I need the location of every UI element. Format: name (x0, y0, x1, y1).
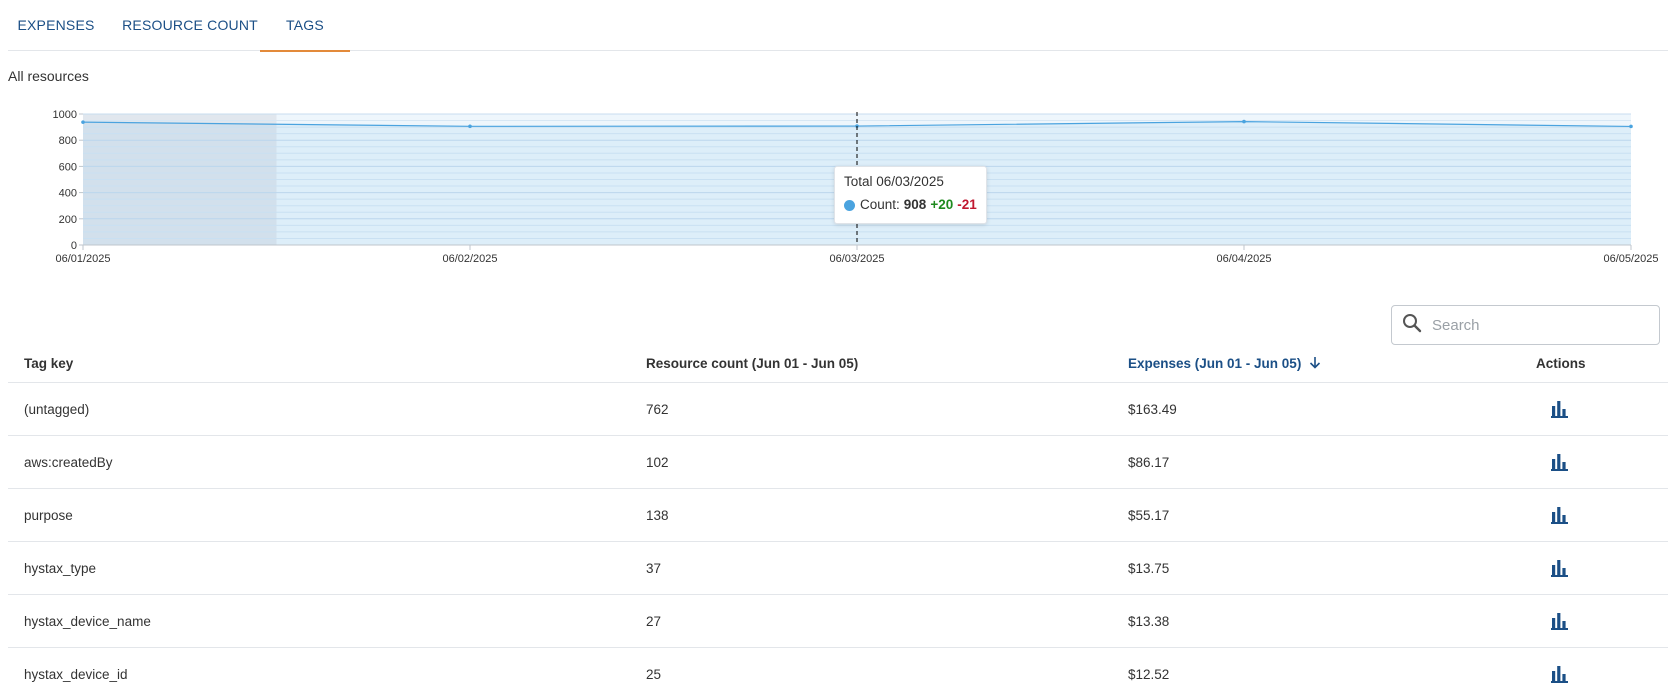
column-header-resource-count[interactable]: Resource count (Jun 01 - Jun 05) (646, 356, 858, 383)
data-point (468, 124, 472, 129)
table-row: aws:createdBy 102 $86.17 (8, 436, 1668, 489)
data-point (1242, 119, 1246, 124)
table-header: Tag key Resource count (Jun 01 - Jun 05)… (8, 356, 1668, 383)
resource-count-cell: 25 (646, 667, 662, 682)
resource-count-cell: 37 (646, 561, 662, 576)
bar-chart-icon[interactable] (1551, 400, 1569, 418)
x-tick-label: 06/01/2025 (55, 253, 110, 265)
tags-table: Tag key Resource count (Jun 01 - Jun 05)… (8, 356, 1668, 694)
y-tick-label: 800 (59, 135, 77, 147)
expenses-cell: $12.52 (1128, 667, 1170, 682)
tooltip-value: 908 (903, 197, 927, 212)
bar-chart-icon[interactable] (1551, 559, 1569, 577)
column-header-tag-key[interactable]: Tag key (24, 356, 73, 383)
table-row: (untagged) 762 $163.49 (8, 383, 1668, 436)
x-tick-label: 06/05/2025 (1603, 253, 1658, 265)
y-tick-label: 0 (71, 240, 77, 252)
tooltip-row: Count: 908 +20 -21 (844, 196, 977, 214)
bar-chart-icon[interactable] (1551, 665, 1569, 683)
bar-chart-icon[interactable] (1551, 506, 1569, 524)
tab-resource-count[interactable]: RESOURCE COUNT (114, 0, 266, 51)
resource-count-cell: 102 (646, 455, 669, 470)
x-tick-label: 06/02/2025 (442, 253, 497, 265)
search-icon (1402, 313, 1422, 338)
tab-tags[interactable]: TAGS (260, 0, 350, 52)
tag-key-cell: hystax_device_id (24, 667, 128, 682)
tooltip-title: Total 06/03/2025 (844, 174, 944, 189)
table-row: purpose 138 $55.17 (8, 489, 1668, 542)
resource-count-cell: 762 (646, 402, 669, 417)
bar-chart-icon[interactable] (1551, 612, 1569, 630)
tabs-bar: EXPENSES RESOURCE COUNT TAGS (8, 0, 1668, 52)
tooltip-decrease: -21 (957, 197, 977, 212)
column-header-expenses[interactable]: Expenses (Jun 01 - Jun 05) (1128, 356, 1321, 383)
y-tick-label: 200 (59, 214, 77, 226)
arrow-down-icon (1309, 356, 1321, 373)
tab-expenses[interactable]: EXPENSES (16, 0, 96, 51)
expenses-cell: $55.17 (1128, 508, 1170, 523)
resource-count-cell: 138 (646, 508, 669, 523)
expenses-cell: $13.75 (1128, 561, 1170, 576)
chart-tooltip: Total 06/03/2025 Count: 908 +20 -21 (834, 166, 987, 224)
search-box[interactable] (1391, 305, 1660, 345)
tag-key-cell: aws:createdBy (24, 455, 113, 470)
tag-key-cell: hystax_type (24, 561, 97, 576)
resource-count-cell: 27 (646, 614, 662, 629)
series-dot-icon (844, 199, 855, 211)
column-header-expenses-label: Expenses (Jun 01 - Jun 05) (1128, 356, 1302, 372)
table-body: (untagged) 762 $163.49 aws:createdBy 102 $86.… (8, 383, 1668, 694)
tooltip-label: Count: (860, 197, 900, 212)
tag-key-cell: hystax_device_name (24, 614, 151, 629)
y-tick-label: 400 (59, 188, 77, 200)
y-tick-label: 1000 (53, 109, 77, 121)
data-point (1629, 124, 1633, 129)
expenses-cell: $86.17 (1128, 455, 1170, 470)
tag-key-cell: (untagged) (24, 402, 90, 417)
x-tick-label: 06/04/2025 (1216, 253, 1271, 265)
search-input[interactable] (1432, 316, 1632, 334)
y-tick-label: 600 (59, 161, 77, 173)
table-row: hystax_device_name 27 $13.38 (8, 595, 1668, 648)
table-row: hystax_type 37 $13.75 (8, 542, 1668, 595)
expenses-cell: $163.49 (1128, 402, 1177, 417)
bar-chart-icon[interactable] (1551, 453, 1569, 471)
tooltip-increase: +20 (930, 197, 954, 212)
data-point (81, 120, 85, 124)
expenses-cell: $13.38 (1128, 614, 1170, 629)
section-title: All resources (8, 68, 89, 84)
tag-key-cell: purpose (24, 508, 73, 523)
column-header-actions: Actions (1536, 356, 1586, 371)
table-row: hystax_device_id 25 $12.52 (8, 648, 1668, 694)
x-tick-label: 06/03/2025 (829, 253, 884, 265)
